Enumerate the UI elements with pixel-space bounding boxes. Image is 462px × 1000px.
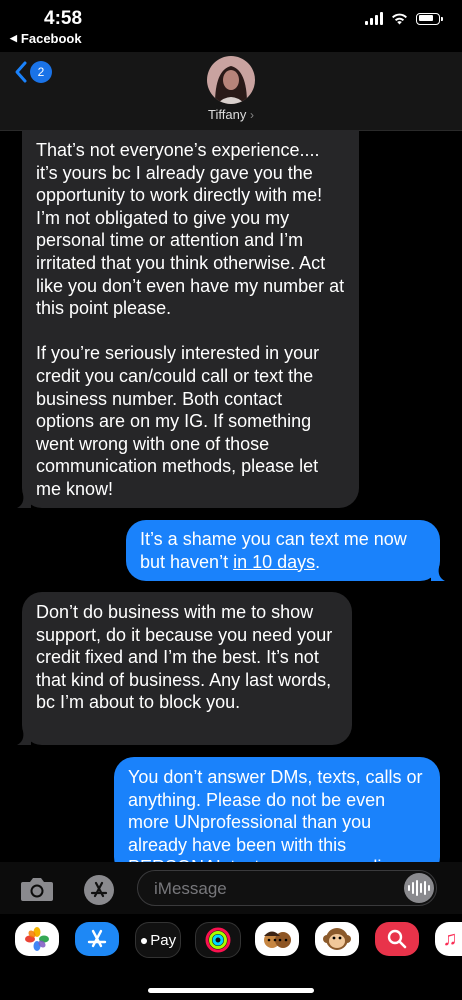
web-search-icon[interactable] bbox=[375, 922, 419, 956]
back-triangle-icon: ◀ bbox=[10, 33, 17, 43]
message-input-field[interactable] bbox=[137, 870, 437, 906]
home-indicator[interactable] bbox=[148, 988, 314, 993]
message-text: Don’t do business with me to show suppor… bbox=[36, 602, 338, 713]
message-bubble-incoming[interactable]: Don’t do business with me to show suppor… bbox=[17, 592, 352, 745]
status-icons bbox=[365, 12, 443, 25]
message-input[interactable] bbox=[152, 878, 396, 900]
waveform-icon bbox=[408, 880, 430, 896]
memoji-icon[interactable] bbox=[255, 922, 299, 956]
wifi-icon bbox=[392, 13, 407, 25]
message-text: It’s a shame you can text me now but hav… bbox=[140, 529, 412, 572]
message-text: That’s not everyone’s experience.... it’… bbox=[36, 140, 345, 499]
avatar-photo bbox=[207, 56, 255, 104]
status-time: 4:58 bbox=[44, 8, 83, 29]
appstore-a-icon bbox=[90, 881, 108, 898]
music-icon[interactable]: ♫ bbox=[435, 922, 462, 956]
contact-name-text: Tiffany bbox=[208, 107, 247, 122]
chevron-right-icon: › bbox=[249, 108, 254, 122]
animoji-monkey-icon[interactable] bbox=[315, 922, 359, 956]
battery-icon bbox=[416, 12, 443, 25]
message-bubble-outgoing[interactable]: It’s a shame you can text me now but hav… bbox=[126, 520, 445, 581]
camera-icon bbox=[21, 878, 53, 901]
date-link[interactable]: in 10 days bbox=[233, 552, 315, 572]
back-to-app-link[interactable]: ◀ Facebook bbox=[10, 31, 82, 46]
message-bubble-outgoing[interactable]: You don’t answer DMs, texts, calls or an… bbox=[114, 757, 440, 877]
back-app-label: Facebook bbox=[20, 31, 82, 46]
cellular-signal-icon bbox=[365, 12, 383, 25]
appstore-icon[interactable] bbox=[75, 922, 119, 956]
bubble-tail bbox=[17, 731, 31, 745]
bubble-tail bbox=[431, 567, 445, 581]
unread-count-badge: 2 bbox=[30, 61, 52, 83]
chevron-left-icon bbox=[15, 61, 27, 83]
conversation-header: 2 Tiffany › bbox=[0, 52, 462, 131]
applepay-label: Pay bbox=[150, 931, 177, 949]
bubble-tail bbox=[17, 494, 31, 508]
back-button[interactable]: 2 bbox=[14, 60, 52, 84]
message-text: You don’t answer DMs, texts, calls or an… bbox=[128, 767, 423, 877]
contact-name[interactable]: Tiffany › bbox=[0, 107, 462, 122]
apps-button[interactable] bbox=[84, 875, 114, 905]
photos-icon[interactable] bbox=[15, 922, 59, 956]
contact-avatar[interactable] bbox=[207, 56, 255, 104]
applepay-icon[interactable]: ● Pay bbox=[135, 922, 181, 958]
compose-bar bbox=[0, 862, 462, 914]
message-bubble-incoming[interactable]: That’s not everyone’s experience.... it’… bbox=[17, 130, 359, 508]
apple-logo-icon: ● bbox=[139, 932, 149, 948]
activity-icon[interactable] bbox=[195, 922, 241, 958]
camera-button[interactable] bbox=[20, 876, 54, 907]
audio-message-button[interactable] bbox=[404, 873, 434, 903]
